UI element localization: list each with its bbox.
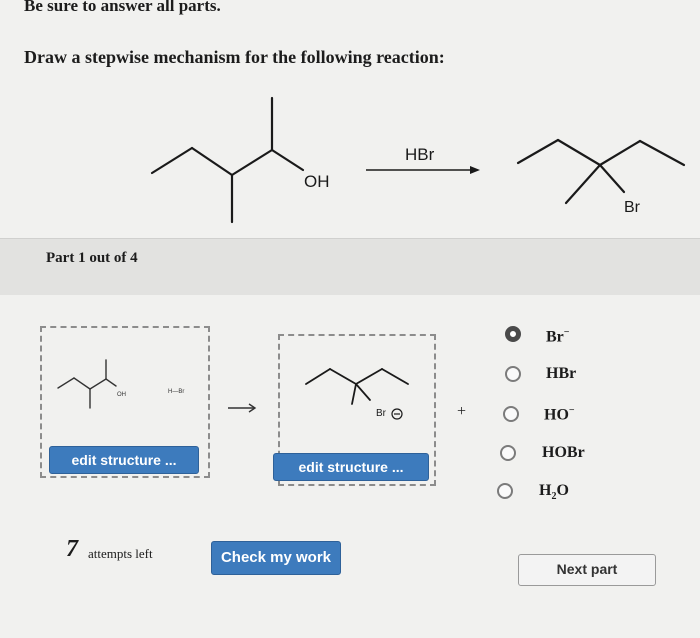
radio-ho-minus[interactable] [503,406,519,422]
edit-structure-button-1[interactable]: edit structure ... [49,446,199,474]
step-arrow [228,403,257,413]
reaction-scheme: OH HBr Br [150,96,686,224]
product-structure [516,138,686,205]
option-ho-minus: HO− [544,405,575,424]
option-label-tail: O [556,482,569,499]
reactant-structure [150,96,305,224]
product-br-label: Br [624,199,641,216]
reaction-arrow [366,166,480,174]
option-label: HOBr [542,444,585,461]
plus-sign: + [457,403,466,420]
radio-hbr[interactable] [505,366,521,382]
part-label: Part 1 out of 4 [46,250,138,266]
option-label: HBr [546,365,577,382]
option-charge: − [568,405,575,416]
option-label: H [539,482,552,499]
option-charge: − [563,327,570,338]
option-br-minus: Br− [546,327,569,346]
reactant-oh-label: OH [304,172,330,191]
option-label: HO [544,406,569,424]
option-label: Br [546,328,564,346]
radio-h2o[interactable] [497,483,513,499]
reagent-label: HBr [405,145,435,164]
radio-hobr[interactable] [500,445,516,461]
radio-br-minus[interactable] [505,326,521,342]
attempts-count: 7 [66,536,78,562]
check-my-work-button[interactable]: Check my work [211,541,341,575]
option-h2o: H2O [539,482,569,502]
attempts-text: attempts left [88,546,153,561]
option-hbr: HBr [546,365,576,383]
next-part-button[interactable]: Next part [518,554,656,586]
option-hobr: HOBr [542,444,585,462]
edit-structure-button-2[interactable]: edit structure ... [273,453,429,481]
